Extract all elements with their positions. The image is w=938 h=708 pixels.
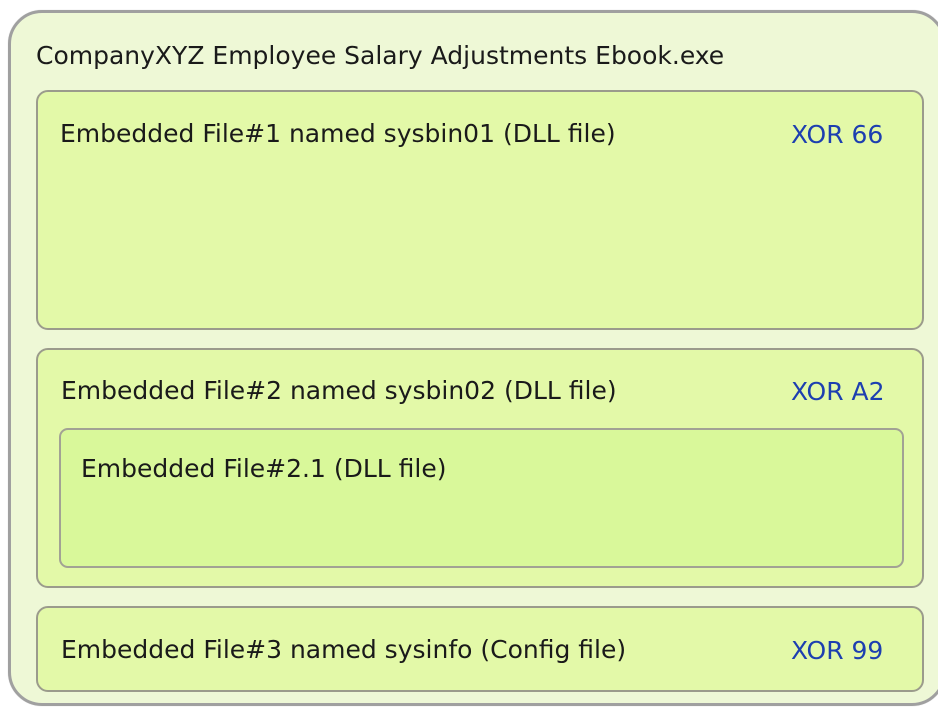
embedded-file-1-box: Embedded File#1 named sysbin01 (DLL file… <box>36 90 924 330</box>
embedded-file-2-xor: XOR A2 <box>791 377 885 406</box>
embedded-file-1-xor: XOR 66 <box>791 120 884 149</box>
embedded-file-1-label: Embedded File#1 named sysbin01 (DLL file… <box>60 119 616 148</box>
embedded-file-3-label: Embedded File#3 named sysinfo (Config fi… <box>61 635 627 664</box>
embedded-file-2-1-box: Embedded File#2.1 (DLL file) <box>59 428 904 568</box>
embedded-file-3-box: Embedded File#3 named sysinfo (Config fi… <box>36 606 924 692</box>
embedded-file-2-1-label: Embedded File#2.1 (DLL file) <box>81 454 447 483</box>
executable-title: CompanyXYZ Employee Salary Adjustments E… <box>36 41 725 70</box>
embedded-file-2-label: Embedded File#2 named sysbin02 (DLL file… <box>61 376 617 405</box>
embedded-file-3-xor: XOR 99 <box>791 636 884 665</box>
embedded-file-2-box: Embedded File#2 named sysbin02 (DLL file… <box>36 348 924 588</box>
